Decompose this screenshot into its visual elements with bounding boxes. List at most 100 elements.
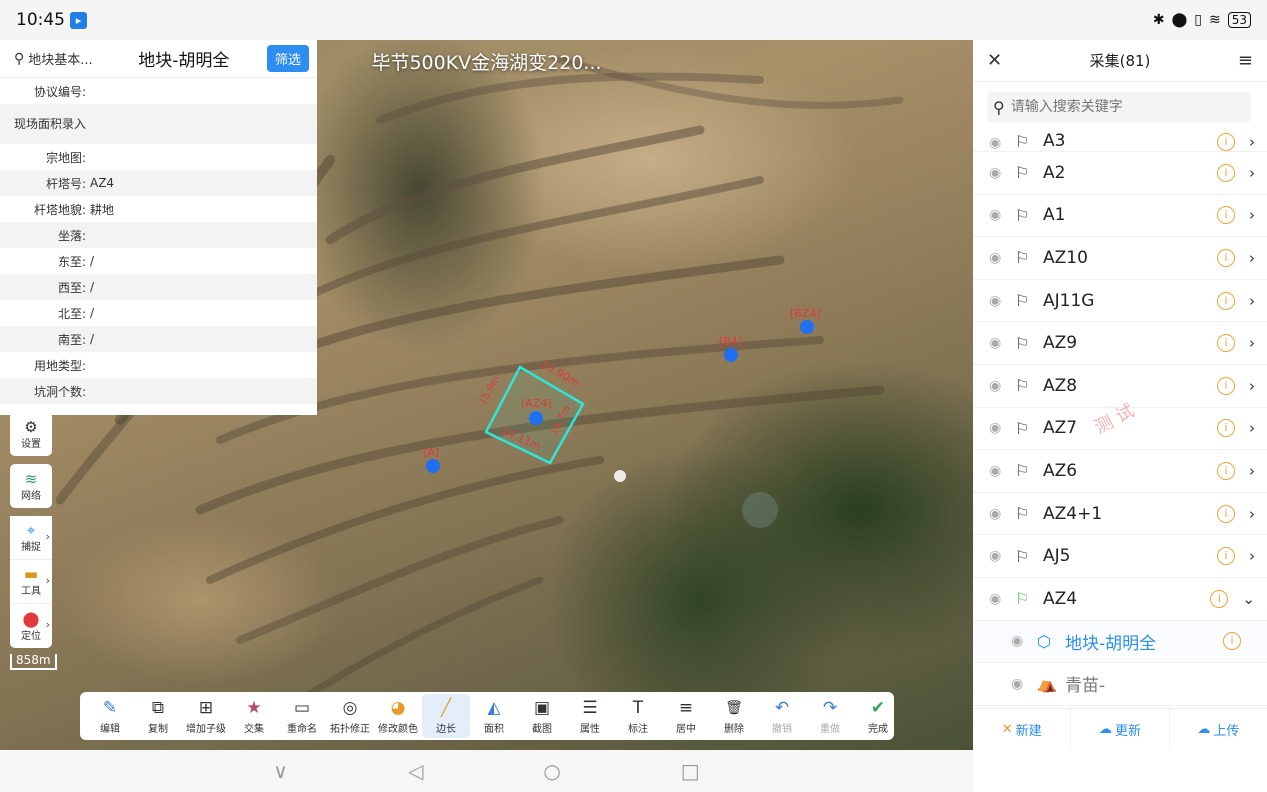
annotate-button[interactable]: T 标注 [614, 694, 662, 738]
new-button[interactable]: ✕ 新建 [973, 709, 1072, 750]
delete-button[interactable]: 🗑 删除 [710, 694, 758, 738]
change-color-button[interactable]: ◕ 修改颜色 [374, 694, 422, 738]
list-item-expanded[interactable]: ◉ ⚐ AZ4 i ⌄ [973, 578, 1267, 621]
info-icon[interactable]: i [1217, 291, 1235, 310]
eye-icon[interactable]: ◉ [989, 378, 1015, 394]
eye-icon[interactable]: ◉ [989, 335, 1015, 351]
info-icon[interactable]: i [1223, 632, 1241, 651]
marker-label[interactable]: [B4] [719, 335, 742, 348]
flag-icon: ⚐ [1015, 132, 1030, 151]
chevron-right-icon[interactable]: › [1249, 377, 1255, 395]
info-icon[interactable]: i [1217, 376, 1235, 395]
info-breadcrumb[interactable]: 地块基本... [28, 49, 138, 68]
eye-icon[interactable]: ◉ [989, 463, 1015, 479]
topology-fix-button[interactable]: ◎ 拓扑修正 [326, 694, 374, 738]
eye-icon[interactable]: ◉ [989, 250, 1015, 266]
settings-button[interactable]: ⚙ 设置 [10, 412, 52, 456]
edge-length-button[interactable]: ╱ 边长 [422, 694, 470, 738]
home-icon[interactable]: ○ [543, 759, 560, 783]
chevron-down-icon[interactable]: ∨ [273, 759, 288, 783]
info-icon[interactable]: i [1217, 248, 1235, 267]
info-icon[interactable]: i [1217, 547, 1235, 566]
list-item[interactable]: ◉ ⚐ AZ6 i › [973, 450, 1267, 493]
chevron-right-icon[interactable]: › [1249, 419, 1255, 437]
eye-icon[interactable]: ◉ [989, 165, 1015, 181]
info-icon[interactable]: i [1217, 461, 1235, 480]
locate-button[interactable]: ⬤ 定位 › [10, 604, 52, 648]
redo-button[interactable]: ↷ 重做 [806, 694, 854, 738]
list-item[interactable]: ◉ ⚐ AZ4+1 i › [973, 493, 1267, 536]
chevron-right-icon[interactable]: › [1249, 292, 1255, 310]
eye-icon[interactable]: ◉ [1011, 676, 1037, 692]
filter-button[interactable]: 筛选 [266, 45, 309, 72]
eye-icon[interactable]: ◉ [989, 207, 1015, 223]
chevron-right-icon[interactable]: › [1249, 249, 1255, 267]
info-icon[interactable]: i [1210, 589, 1229, 608]
chevron-right-icon[interactable]: › [1249, 206, 1255, 224]
menu-icon[interactable]: ≡ [1238, 50, 1253, 71]
info-icon[interactable]: i [1217, 163, 1235, 182]
eye-icon[interactable]: ◉ [989, 293, 1015, 309]
eye-icon[interactable]: ◉ [989, 548, 1015, 564]
eye-icon[interactable]: ◉ [989, 420, 1015, 436]
add-child-button[interactable]: ⊞ 增加子级 [182, 694, 230, 738]
marker-label[interactable]: [A] [423, 446, 439, 459]
recent-apps-icon[interactable]: □ [681, 759, 700, 783]
list-item[interactable]: ◉ ⚐ AZ10 i › [973, 237, 1267, 280]
search-bar[interactable]: ⚲ [987, 92, 1251, 122]
chevron-right-icon[interactable]: › [1249, 462, 1255, 480]
info-icon[interactable]: i [1217, 133, 1235, 151]
list-item[interactable]: ◉ ⚐ A3 i › [973, 130, 1267, 152]
upload-button[interactable]: ☁ 上传 [1170, 709, 1267, 750]
info-icon[interactable]: i [1217, 419, 1235, 438]
screenshot-button[interactable]: ▣ 截图 [518, 694, 566, 738]
center-button[interactable]: ≡ 居中 [662, 694, 710, 738]
list-item[interactable]: ◉ ⚐ AJ11G i › [973, 280, 1267, 323]
properties-button[interactable]: ☰ 属性 [566, 694, 614, 738]
copy-tool-button[interactable]: ⧉ 复制 [134, 694, 182, 738]
undo-button[interactable]: ↶ 撤销 [758, 694, 806, 738]
eye-icon[interactable]: ◉ [989, 506, 1015, 522]
child-item-selected[interactable]: ◉ ⬡ 地块-胡明全 i [973, 620, 1267, 664]
capture-icon: ⌖ [26, 521, 36, 539]
marker-label[interactable]: [BZ4] [790, 307, 821, 320]
add-child-icon: ⊞ [198, 697, 214, 718]
marker-label[interactable]: [AZ4] [521, 397, 552, 410]
vibrate-icon: ▯ [1194, 12, 1202, 28]
done-button[interactable]: ✔ 完成 [854, 694, 902, 738]
chevron-right-icon[interactable]: › [1249, 547, 1255, 565]
edit-toolbar: ✎ 编辑 ⧉ 复制 ⊞ 增加子级 ★ 交集 ▭ 重命名 ◎ 拓扑修正 ◕ 修改颜色 ╱ 边长 ◭… [80, 692, 894, 740]
flag-icon: ⚐ [1015, 461, 1030, 481]
info-icon[interactable]: i [1217, 206, 1235, 225]
rename-button[interactable]: ▭ 重命名 [278, 694, 326, 738]
area-button[interactable]: ◭ 面积 [470, 694, 518, 738]
close-icon[interactable]: ✕ [987, 50, 1002, 71]
list-item[interactable]: ◉ ⚐ A1 i › [973, 195, 1267, 238]
info-icon[interactable]: i [1217, 334, 1235, 353]
chevron-right-icon[interactable]: › [1249, 334, 1255, 352]
list-item[interactable]: ◉ ⚐ A2 i › [973, 152, 1267, 195]
search-input[interactable] [1010, 99, 1211, 115]
network-button[interactable]: ≋ 网络 [10, 464, 52, 508]
intersect-button[interactable]: ★ 交集 [230, 694, 278, 738]
eye-icon[interactable]: ◉ [1011, 633, 1037, 649]
capture-button[interactable]: ⌖ 捕捉 › [10, 516, 52, 560]
update-button[interactable]: ☁ 更新 [1071, 709, 1170, 750]
chevron-down-icon[interactable]: ⌄ [1242, 590, 1255, 608]
edit-tool-button[interactable]: ✎ 编辑 [86, 694, 134, 738]
tools-button[interactable]: ▬ 工具 › [10, 560, 52, 604]
search-icon: ⚲ [993, 97, 1005, 117]
eye-icon[interactable]: ◉ [989, 591, 1015, 607]
info-row: 北至: / [57, 306, 95, 321]
info-icon[interactable]: i [1217, 504, 1235, 523]
list-item[interactable]: ◉ ⚐ AZ9 i › [973, 322, 1267, 365]
list-item[interactable]: ◉ ⚐ AJ5 i › [973, 535, 1267, 578]
back-icon[interactable]: ◁ [408, 759, 423, 783]
child-item[interactable]: ◉ ⛺ 青苗- [973, 663, 1267, 706]
chevron-right-icon[interactable]: › [1249, 505, 1255, 523]
collection-panel: ✕ 采集(81) ≡ ⚲ ◉⚐A3i› ◉⚐A2i› ◉⚐A1i› ◉⚐AZ10… [973, 40, 1267, 792]
chevron-right-icon[interactable]: › [1249, 133, 1255, 151]
chevron-right-icon[interactable]: › [1249, 164, 1255, 182]
eye-icon[interactable]: ◉ [989, 135, 1015, 151]
left-tools: ⚙ 设置 ≋ 网络 ⌖ 捕捉 › ▬ 工具 › ⬤ 定位 › [10, 412, 52, 648]
